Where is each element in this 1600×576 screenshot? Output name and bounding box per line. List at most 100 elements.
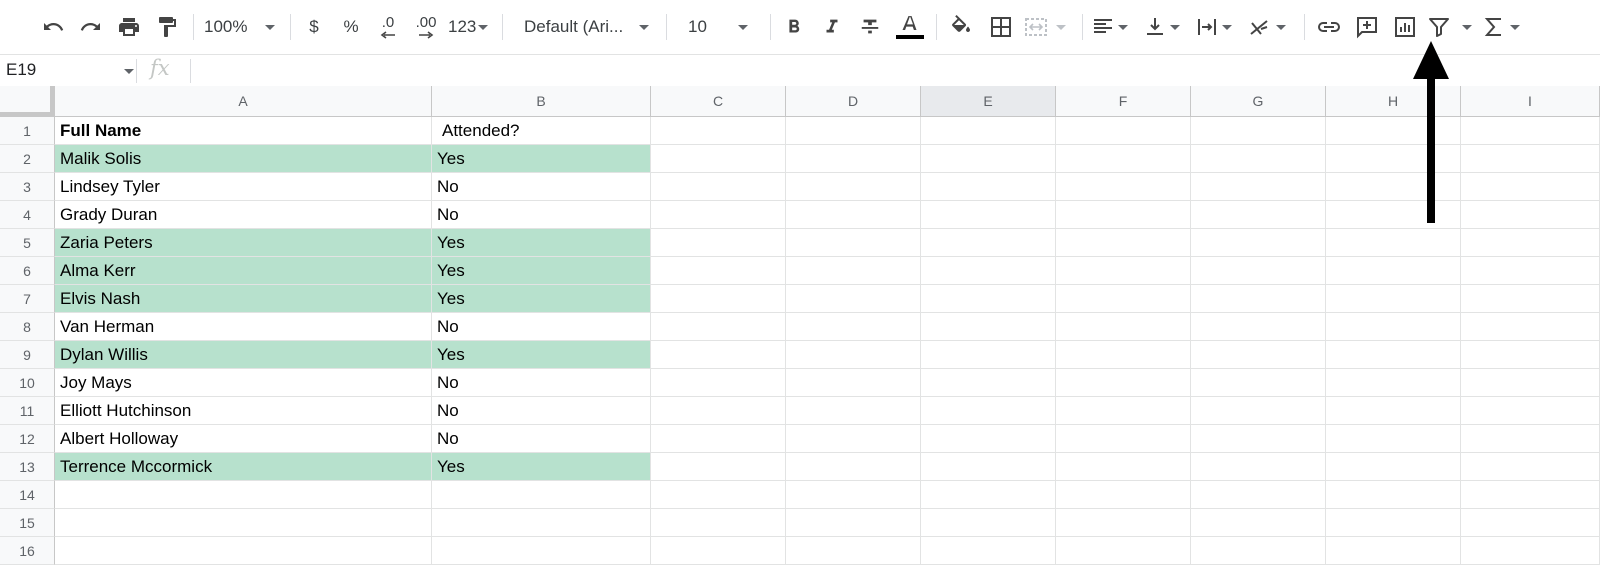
cell-a2[interactable]: Malik Solis <box>55 145 432 173</box>
text-rotation-button[interactable] <box>1248 9 1294 45</box>
cell-d3[interactable] <box>786 173 921 201</box>
cell-f11[interactable] <box>1056 397 1191 425</box>
row-header-4[interactable]: 4 <box>0 201 55 229</box>
cell-h7[interactable] <box>1326 285 1461 313</box>
cell-g10[interactable] <box>1191 369 1326 397</box>
cell-d9[interactable] <box>786 341 921 369</box>
cell-d2[interactable] <box>786 145 921 173</box>
cell-c3[interactable] <box>651 173 786 201</box>
font-family-select[interactable]: Default (Ari... <box>512 9 657 45</box>
cell-e3[interactable] <box>921 173 1056 201</box>
cell-g6[interactable] <box>1191 257 1326 285</box>
cell-a10[interactable]: Joy Mays <box>55 369 432 397</box>
cell-a11[interactable]: Elliott Hutchinson <box>55 397 432 425</box>
cell-e11[interactable] <box>921 397 1056 425</box>
cell-c5[interactable] <box>651 229 786 257</box>
cell-c12[interactable] <box>651 425 786 453</box>
cell-e15[interactable] <box>921 509 1056 537</box>
cell-d15[interactable] <box>786 509 921 537</box>
bold-button[interactable] <box>780 9 808 45</box>
horizontal-align-button[interactable] <box>1092 9 1136 45</box>
cell-g4[interactable] <box>1191 201 1326 229</box>
cell-b4[interactable]: No <box>432 201 651 229</box>
text-color-button[interactable] <box>894 9 926 45</box>
cell-c10[interactable] <box>651 369 786 397</box>
row-header-3[interactable]: 3 <box>0 173 55 201</box>
cell-g15[interactable] <box>1191 509 1326 537</box>
cell-g16[interactable] <box>1191 537 1326 565</box>
cell-b8[interactable]: No <box>432 313 651 341</box>
cell-f3[interactable] <box>1056 173 1191 201</box>
cell-f6[interactable] <box>1056 257 1191 285</box>
cell-i10[interactable] <box>1461 369 1600 397</box>
font-size-select[interactable]: 10 <box>676 9 756 45</box>
cell-c15[interactable] <box>651 509 786 537</box>
cell-e8[interactable] <box>921 313 1056 341</box>
cell-c6[interactable] <box>651 257 786 285</box>
select-all-corner[interactable] <box>0 86 55 117</box>
cell-i4[interactable] <box>1461 201 1600 229</box>
cell-d7[interactable] <box>786 285 921 313</box>
row-header-12[interactable]: 12 <box>0 425 55 453</box>
row-header-13[interactable]: 13 <box>0 453 55 481</box>
cell-e10[interactable] <box>921 369 1056 397</box>
cell-g12[interactable] <box>1191 425 1326 453</box>
cell-a6[interactable]: Alma Kerr <box>55 257 432 285</box>
cell-b1[interactable]: Attended? <box>432 117 651 145</box>
cell-i15[interactable] <box>1461 509 1600 537</box>
cell-g1[interactable] <box>1191 117 1326 145</box>
cell-e2[interactable] <box>921 145 1056 173</box>
functions-button[interactable] <box>1484 9 1524 45</box>
cell-a7[interactable]: Elvis Nash <box>55 285 432 313</box>
cell-c8[interactable] <box>651 313 786 341</box>
row-header-1[interactable]: 1 <box>0 117 55 145</box>
cell-f15[interactable] <box>1056 509 1191 537</box>
redo-button[interactable] <box>76 9 106 45</box>
cell-b7[interactable]: Yes <box>432 285 651 313</box>
column-header-i[interactable]: I <box>1461 86 1600 117</box>
cell-a13[interactable]: Terrence Mccormick <box>55 453 432 481</box>
cell-a15[interactable] <box>55 509 432 537</box>
cell-g14[interactable] <box>1191 481 1326 509</box>
cell-d6[interactable] <box>786 257 921 285</box>
cell-i2[interactable] <box>1461 145 1600 173</box>
cell-i1[interactable] <box>1461 117 1600 145</box>
cell-b3[interactable]: No <box>432 173 651 201</box>
cell-a5[interactable]: Zaria Peters <box>55 229 432 257</box>
cell-i7[interactable] <box>1461 285 1600 313</box>
cell-g7[interactable] <box>1191 285 1326 313</box>
column-header-e[interactable]: E <box>921 86 1056 117</box>
cell-c13[interactable] <box>651 453 786 481</box>
strikethrough-button[interactable] <box>856 9 884 45</box>
cell-e14[interactable] <box>921 481 1056 509</box>
column-header-b[interactable]: B <box>432 86 651 117</box>
cell-e16[interactable] <box>921 537 1056 565</box>
cell-c16[interactable] <box>651 537 786 565</box>
cell-d10[interactable] <box>786 369 921 397</box>
cell-i3[interactable] <box>1461 173 1600 201</box>
column-header-d[interactable]: D <box>786 86 921 117</box>
cell-h12[interactable] <box>1326 425 1461 453</box>
cell-i13[interactable] <box>1461 453 1600 481</box>
row-header-5[interactable]: 5 <box>0 229 55 257</box>
cell-b16[interactable] <box>432 537 651 565</box>
cell-g13[interactable] <box>1191 453 1326 481</box>
cell-d14[interactable] <box>786 481 921 509</box>
cell-f9[interactable] <box>1056 341 1191 369</box>
cell-b9[interactable]: Yes <box>432 341 651 369</box>
cell-c1[interactable] <box>651 117 786 145</box>
cell-i6[interactable] <box>1461 257 1600 285</box>
cell-h14[interactable] <box>1326 481 1461 509</box>
insert-link-button[interactable] <box>1314 9 1344 45</box>
cell-i14[interactable] <box>1461 481 1600 509</box>
cell-c7[interactable] <box>651 285 786 313</box>
cell-c11[interactable] <box>651 397 786 425</box>
more-formats-button[interactable]: 123 <box>448 9 492 45</box>
cell-h9[interactable] <box>1326 341 1461 369</box>
italic-button[interactable] <box>818 9 846 45</box>
cell-h6[interactable] <box>1326 257 1461 285</box>
cell-c4[interactable] <box>651 201 786 229</box>
cell-i9[interactable] <box>1461 341 1600 369</box>
print-button[interactable] <box>114 9 144 45</box>
column-header-a[interactable]: A <box>55 86 432 117</box>
